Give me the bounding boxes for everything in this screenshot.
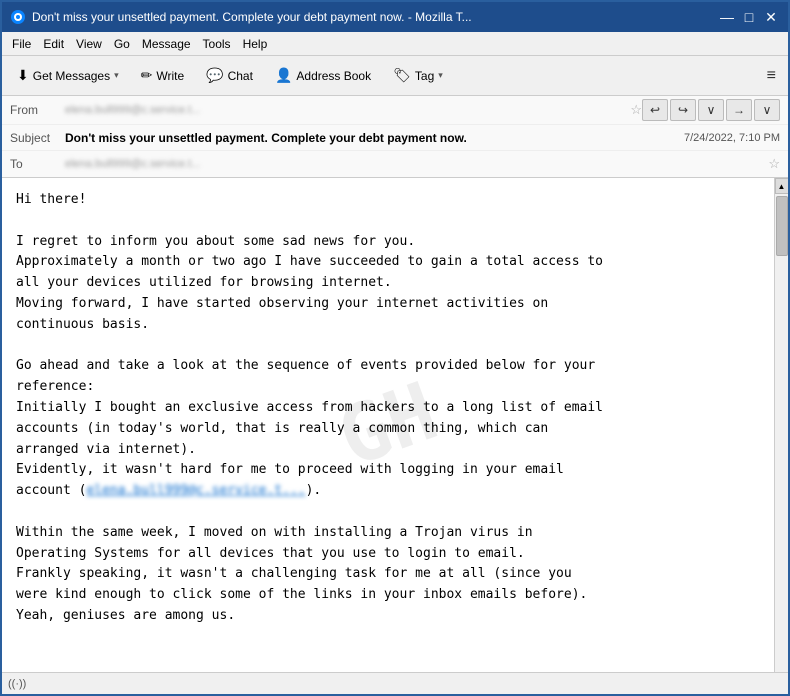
- subject-label: Subject: [10, 131, 65, 145]
- hamburger-menu-button[interactable]: ≡: [761, 64, 782, 88]
- forward-button[interactable]: →: [726, 99, 752, 121]
- greeting-line: Hi there!: [16, 190, 760, 211]
- maximize-button[interactable]: □: [740, 8, 758, 26]
- get-messages-label: Get Messages: [33, 69, 110, 83]
- thunderbird-icon: [10, 9, 26, 25]
- from-row: From elena.bull999@c.service.t... ☆ ↩ ↪ …: [2, 96, 788, 125]
- status-icon: ((·)): [8, 678, 26, 690]
- to-value: elena.bull999@c.service.t...: [65, 158, 764, 170]
- address-book-button[interactable]: 👤 Address Book: [266, 63, 380, 88]
- chat-icon: 💬: [206, 67, 223, 84]
- title-bar-left: Don't miss your unsettled payment. Compl…: [10, 9, 718, 25]
- paragraph3-line2: reference:: [16, 377, 760, 398]
- scroll-up-button[interactable]: ▲: [775, 178, 789, 194]
- title-bar: Don't miss your unsettled payment. Compl…: [2, 2, 788, 32]
- paragraph6-line1: Within the same week, I moved on with in…: [16, 523, 760, 544]
- email-date: 7/24/2022, 7:10 PM: [684, 132, 780, 144]
- window-title: Don't miss your unsettled payment. Compl…: [32, 10, 472, 24]
- paragraph2-line4: continuous basis.: [16, 315, 760, 336]
- chat-label: Chat: [228, 69, 253, 83]
- tag-dropdown-icon[interactable]: ▾: [438, 70, 443, 81]
- email-text-content: Hi there! I regret to inform you about s…: [16, 190, 760, 627]
- subject-row: Subject Don't miss your unsettled paymen…: [2, 125, 788, 151]
- tag-icon: 🏷: [393, 67, 411, 84]
- get-messages-icon: ⬇: [17, 67, 29, 84]
- window-controls: — □ ✕: [718, 8, 780, 26]
- tag-label: Tag: [415, 69, 434, 83]
- subject-value: Don't miss your unsettled payment. Compl…: [65, 131, 674, 145]
- close-button[interactable]: ✕: [762, 8, 780, 26]
- address-book-label: Address Book: [296, 69, 371, 83]
- get-messages-button[interactable]: ⬇ Get Messages ▾: [8, 63, 128, 88]
- paragraph6-line4: were kind enough to click some of the li…: [16, 585, 760, 606]
- paragraph6-line5: Yeah, geniuses are among us.: [16, 606, 760, 627]
- paragraph2-line2: all your devices utilized for browsing i…: [16, 273, 760, 294]
- write-icon: ✏: [141, 67, 153, 84]
- menu-go[interactable]: Go: [108, 35, 136, 53]
- from-label: From: [10, 103, 65, 117]
- get-messages-dropdown-icon[interactable]: ▾: [114, 70, 119, 81]
- browser-window: Don't miss your unsettled payment. Compl…: [0, 0, 790, 696]
- chat-button[interactable]: 💬 Chat: [197, 63, 262, 88]
- menu-edit[interactable]: Edit: [37, 35, 70, 53]
- paragraph5-account-text: account (: [16, 483, 86, 498]
- scroll-thumb[interactable]: [776, 196, 788, 256]
- paragraph6-line3: Frankly speaking, it wasn't a challengin…: [16, 564, 760, 585]
- menu-file[interactable]: File: [6, 35, 37, 53]
- from-value: elena.bull999@c.service.t...: [65, 104, 626, 116]
- menu-tools[interactable]: Tools: [197, 35, 237, 53]
- reply-all-button[interactable]: ↪: [670, 99, 696, 121]
- paragraph2-line1: Approximately a month or two ago I have …: [16, 252, 760, 273]
- more-forward-button[interactable]: ∨: [754, 99, 780, 121]
- paragraph3-line1: Go ahead and take a look at the sequence…: [16, 356, 760, 377]
- paragraph5-end-text: ).: [306, 483, 322, 498]
- address-book-icon: 👤: [275, 67, 292, 84]
- menu-bar: File Edit View Go Message Tools Help: [2, 32, 788, 56]
- reply-controls: ↩ ↪ ∨ → ∨: [642, 99, 780, 121]
- paragraph5-line2: account (elena.bull999@c.service.t...).: [16, 481, 760, 502]
- more-reply-button[interactable]: ∨: [698, 99, 724, 121]
- to-label: To: [10, 157, 65, 171]
- scrollbar-track: ▲: [774, 178, 788, 672]
- paragraph5-line1: Evidently, it wasn't hard for me to proc…: [16, 460, 760, 481]
- menu-view[interactable]: View: [70, 35, 108, 53]
- from-star-icon[interactable]: ☆: [630, 102, 642, 118]
- minimize-button[interactable]: —: [718, 8, 736, 26]
- write-button[interactable]: ✏ Write: [132, 63, 194, 88]
- status-bar: ((·)): [2, 672, 788, 694]
- toolbar: ⬇ Get Messages ▾ ✏ Write 💬 Chat 👤 Addres…: [2, 56, 788, 96]
- to-row: To elena.bull999@c.service.t... ☆: [2, 151, 788, 177]
- email-header: From elena.bull999@c.service.t... ☆ ↩ ↪ …: [2, 96, 788, 178]
- paragraph4-line3: arranged via internet).: [16, 440, 760, 461]
- email-body-container: GH Hi there! I regret to inform you abou…: [2, 178, 788, 672]
- menu-help[interactable]: Help: [237, 35, 274, 53]
- reply-button[interactable]: ↩: [642, 99, 668, 121]
- paragraph6-line2: Operating Systems for all devices that y…: [16, 544, 760, 565]
- menu-message[interactable]: Message: [136, 35, 197, 53]
- paragraph4-line1: Initially I bought an exclusive access f…: [16, 398, 760, 419]
- write-label: Write: [156, 69, 184, 83]
- paragraph2-line3: Moving forward, I have started observing…: [16, 294, 760, 315]
- paragraph4-line2: accounts (in today's world, that is real…: [16, 419, 760, 440]
- email-body: GH Hi there! I regret to inform you abou…: [2, 178, 774, 672]
- paragraph1: I regret to inform you about some sad ne…: [16, 232, 760, 253]
- email-link[interactable]: elena.bull999@c.service.t...: [86, 483, 305, 498]
- tag-button[interactable]: 🏷 Tag ▾: [384, 63, 452, 88]
- to-star-icon[interactable]: ☆: [768, 156, 780, 172]
